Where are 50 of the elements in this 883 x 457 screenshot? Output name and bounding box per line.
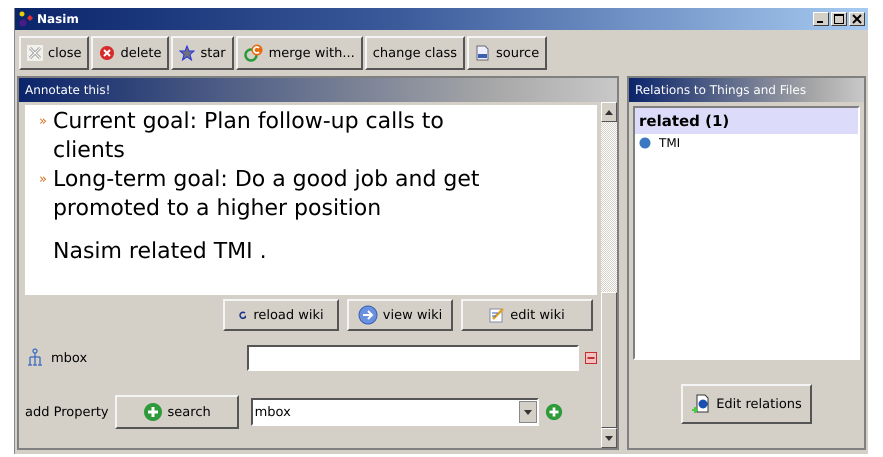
window-title: Nasim [37, 12, 79, 26]
dropdown-arrow-icon [524, 410, 532, 414]
maximize-button[interactable] [831, 12, 847, 26]
search-button[interactable]: search [114, 395, 239, 429]
reload-icon [238, 310, 248, 320]
remove-button[interactable] [585, 352, 597, 364]
scroll-up-icon[interactable] [605, 110, 613, 114]
bullet-mark: » [39, 113, 47, 131]
wiki-button[interactable]: view wiki [347, 299, 453, 331]
plus-icon [142, 402, 163, 422]
bullet-text: Current goal: Plan follow-up calls to clients [52, 108, 445, 165]
bullet-text: Long-term goal: Do a good job and get promoted to a higher position [52, 166, 481, 223]
edit-relations-button[interactable]: Edit relations [681, 384, 812, 424]
close-icon [27, 45, 43, 61]
add-property-label: add Property [25, 404, 109, 420]
group-header: related (1) [635, 108, 858, 134]
toolbar-button[interactable]: star [171, 36, 234, 70]
merge-icon [244, 43, 264, 63]
relation-item[interactable]: TMI [659, 136, 680, 150]
close-icon [852, 14, 862, 24]
wiki-button[interactable]: edit wiki [461, 299, 593, 331]
plus-icon [544, 403, 563, 421]
property-dropdown[interactable]: mbox [250, 398, 539, 426]
minimize-button[interactable] [813, 12, 829, 26]
scroll-down-icon[interactable] [605, 436, 613, 440]
wiki-sentence: Nasim related TMI . [53, 238, 268, 266]
toolbar-button[interactable]: merge with... [236, 36, 363, 70]
close-button[interactable] [849, 12, 865, 26]
document-icon [691, 394, 712, 414]
document-icon [475, 45, 492, 61]
hierarchy-icon [25, 348, 45, 368]
add-button[interactable] [544, 403, 563, 421]
wiki-button[interactable]: reload wiki [223, 299, 339, 331]
star-icon [179, 45, 196, 61]
minimize-icon [816, 21, 822, 23]
delete-icon [99, 45, 116, 61]
property-field[interactable] [247, 345, 579, 371]
scrollbar[interactable] [601, 102, 617, 448]
panel-header: Relations to Things and Files [629, 78, 864, 102]
minus-icon [585, 352, 597, 364]
panel-header: Annotate this! [19, 78, 617, 102]
toolbar-button[interactable]: delete [91, 36, 170, 70]
property-label: mbox [51, 350, 88, 366]
toolbar-button[interactable]: source [467, 36, 548, 70]
bullet-mark: » [39, 171, 47, 189]
maximize-icon [834, 14, 844, 24]
edit-icon [489, 307, 506, 323]
app-icon [18, 11, 34, 27]
toolbar-button[interactable]: close [19, 36, 90, 70]
toolbar-button[interactable]: change class [364, 36, 466, 70]
